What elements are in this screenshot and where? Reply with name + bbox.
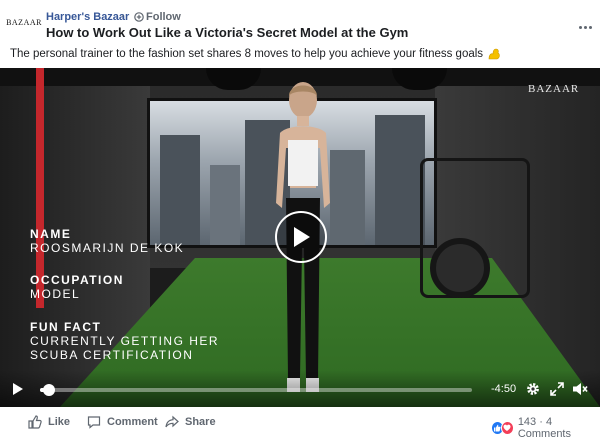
time-remaining: -4:50 xyxy=(491,383,517,395)
separator-dot: · xyxy=(121,10,125,22)
page-avatar[interactable]: BAZAAR xyxy=(6,10,41,34)
info-name: NAME ROOSMARIJN DE KOK xyxy=(30,227,184,255)
comment-label: Comment xyxy=(107,416,158,428)
dot-icon xyxy=(583,25,587,29)
facebook-video-post: BAZAAR Harper's Bazaar · Follow How to W… xyxy=(0,0,600,437)
caption-text: The personal trainer to the fashion set … xyxy=(10,48,484,60)
info-value: CURRENTLY GETTING HER xyxy=(30,334,220,348)
progress-handle[interactable] xyxy=(42,384,55,396)
comment-button[interactable]: Comment xyxy=(87,415,158,429)
post-actions: Like Comment Share 143 · 4 Comments xyxy=(0,407,600,437)
play-icon[interactable] xyxy=(12,383,24,395)
like-label: Like xyxy=(48,416,71,428)
info-value: ROOSMARIJN DE KOK xyxy=(30,241,185,255)
reaction-count-text[interactable]: 143 · 4 Comments xyxy=(518,416,600,437)
bazaar-watermark: BAZAAR xyxy=(528,83,580,95)
heart-reaction-icon xyxy=(500,421,514,435)
share-button[interactable]: Share xyxy=(165,415,216,429)
info-label: OCCUPATION xyxy=(30,273,124,287)
info-value: SCUBA CERTIFICATION xyxy=(30,348,194,362)
post-header: BAZAAR Harper's Bazaar · Follow How to W… xyxy=(0,0,600,44)
gear-icon[interactable] xyxy=(526,382,540,396)
reaction-summary[interactable]: 143 · 4 Comments xyxy=(491,416,600,437)
flexed-biceps-icon xyxy=(488,48,500,60)
info-fun-fact: FUN FACT CURRENTLY GETTING HER SCUBA CER… xyxy=(30,320,219,362)
follow-icon xyxy=(134,12,144,22)
video-player[interactable]: BAZAAR NAME ROOSMARIJN DE KOK OCCUPATION… xyxy=(0,68,600,407)
dot-icon xyxy=(578,25,582,29)
post-caption: The personal trainer to the fashion set … xyxy=(10,47,501,61)
info-label: FUN FACT xyxy=(30,320,102,334)
bike-fan-wheel xyxy=(430,238,490,298)
red-pole xyxy=(36,68,44,308)
mute-icon[interactable] xyxy=(572,381,588,397)
thumbs-up-icon xyxy=(28,415,42,429)
more-options-button[interactable] xyxy=(577,20,593,34)
fullscreen-icon[interactable] xyxy=(550,382,564,396)
page-name-link[interactable]: Harper's Bazaar xyxy=(46,11,129,23)
like-button[interactable]: Like xyxy=(28,415,70,429)
info-label: NAME xyxy=(30,227,72,241)
center-play-button[interactable] xyxy=(275,211,327,263)
share-icon xyxy=(165,415,179,428)
info-occupation: OCCUPATION MODEL xyxy=(30,273,124,301)
info-value: MODEL xyxy=(30,287,81,301)
comment-icon xyxy=(87,416,101,429)
follow-label: Follow xyxy=(146,11,181,23)
progress-bar[interactable] xyxy=(40,384,472,396)
share-label: Share xyxy=(185,416,216,428)
dot-icon xyxy=(588,25,592,29)
follow-button[interactable]: Follow xyxy=(134,11,181,23)
play-icon xyxy=(294,227,310,247)
post-title[interactable]: How to Work Out Like a Victoria's Secret… xyxy=(46,25,408,40)
video-controls: -4:50 xyxy=(0,370,600,407)
